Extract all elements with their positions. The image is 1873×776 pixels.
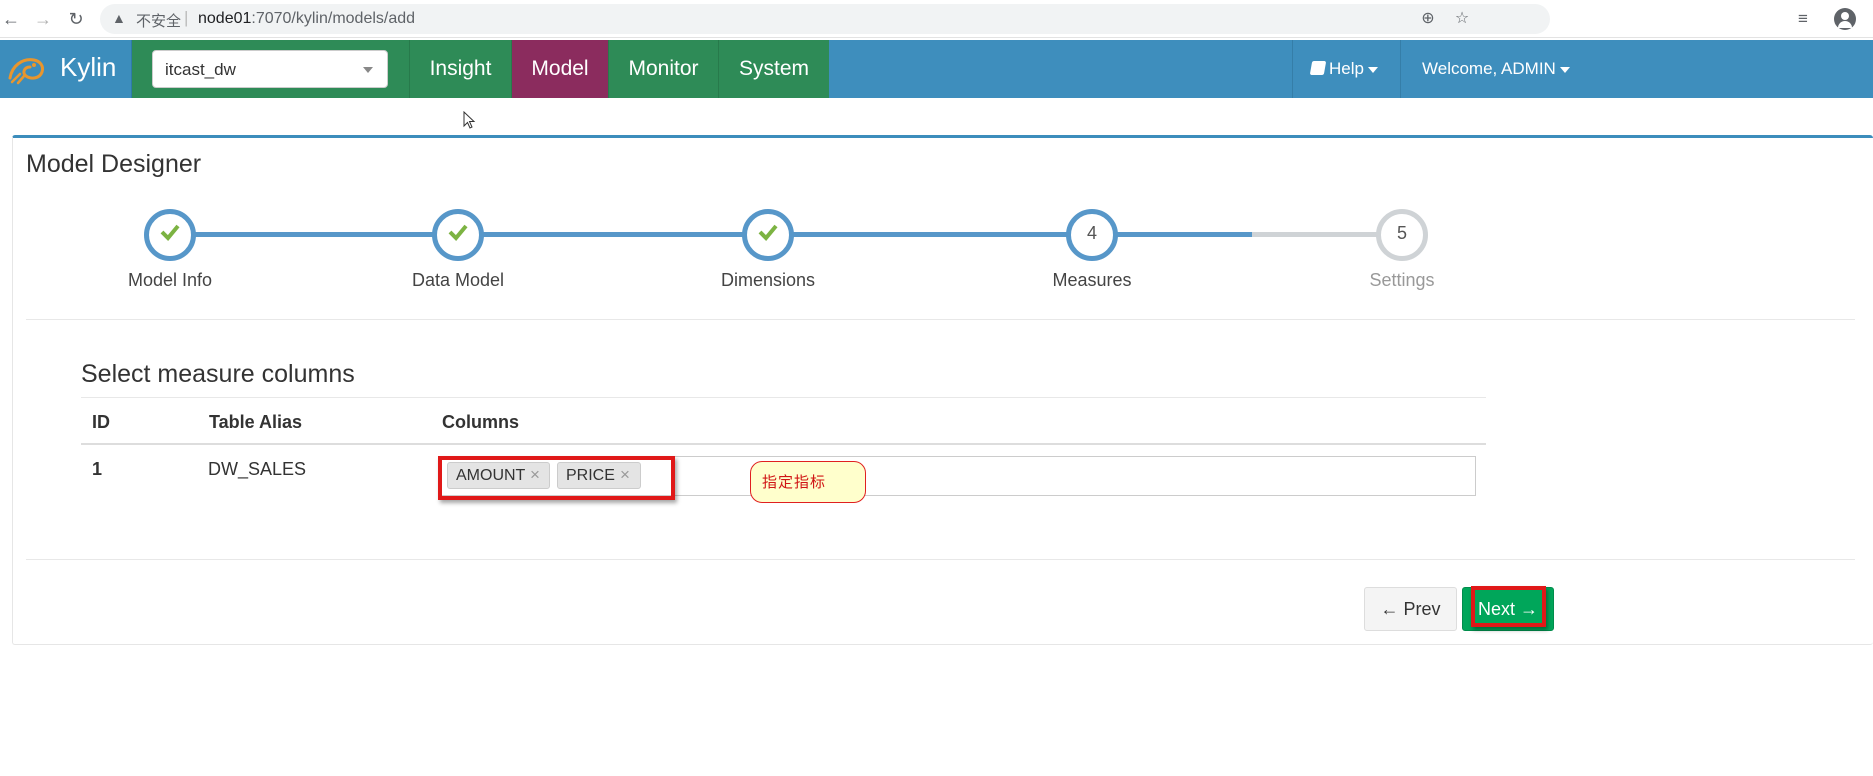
table-top-border [81,397,1486,398]
step-dimensions[interactable] [742,209,794,261]
prev-button[interactable]: ← Prev [1364,587,1457,631]
nav-model[interactable]: Model [511,40,608,98]
table-header-border [81,443,1486,445]
section-title: Select measure columns [81,360,355,388]
help-label: Help [1329,59,1364,78]
project-select-value: itcast_dw [165,60,236,79]
browser-toolbar: ← → ↻ ▲ 不安全 | node01:7070/kylin/models/a… [0,0,1873,38]
column-header-id: ID [92,412,110,432]
annotation-text: 指定指标 [762,474,827,491]
project-select[interactable]: itcast_dw [152,50,388,88]
url-path: :7070/kylin/models/add [251,10,416,27]
address-bar[interactable]: ▲ 不安全 | node01:7070/kylin/models/add ⊕ ☆ [100,4,1550,34]
nav-monitor[interactable]: Monitor [608,40,718,98]
step-label-model-info: Model Info [127,270,213,290]
zoom-icon[interactable]: ⊕ [1418,9,1438,29]
arrow-left-icon: ← [1380,599,1399,619]
help-menu[interactable]: Help [1292,40,1400,98]
chevron-down-icon [363,67,373,73]
back-icon[interactable]: ← [0,8,22,30]
kylin-logo-icon [8,58,44,85]
nav-system[interactable]: System [718,40,829,98]
step-label-settings: Settings [1369,270,1435,290]
page-title: Model Designer [26,150,202,178]
forward-icon[interactable]: → [32,8,54,30]
brand[interactable]: Kylin [0,40,132,98]
model-designer-panel [12,135,1873,645]
book-icon [1309,61,1327,75]
annotation-callout: 指定指标 [750,461,866,503]
step-model-info[interactable] [144,209,196,261]
nav-insight[interactable]: Insight [409,40,511,98]
check-icon [448,224,468,241]
top-navbar: Kylin itcast_dw Insight Model Monitor Sy… [0,40,1873,98]
chevron-down-icon [1559,66,1570,73]
step-measures[interactable]: 4 [1066,209,1118,261]
step-number: 4 [1086,223,1097,243]
highlight-box-next [1471,586,1546,627]
insecure-label[interactable]: 不安全 [136,10,181,31]
step-label-measures: Measures [1052,270,1132,290]
column-header-table-alias: Table Alias [209,412,303,432]
bookmark-star-icon[interactable]: ☆ [1452,9,1472,29]
profile-avatar-icon[interactable] [1834,8,1856,30]
divider [26,559,1855,560]
url-text[interactable]: node01:7070/kylin/models/add [198,10,415,28]
mouse-cursor-icon [463,111,476,129]
prev-label: Prev [1403,599,1441,619]
reload-icon[interactable]: ↻ [65,8,87,30]
check-icon [758,224,778,241]
step-data-model[interactable] [432,209,484,261]
row-table-alias: DW_SALES [208,459,307,479]
warning-icon[interactable]: ▲ [112,10,128,26]
reading-list-icon[interactable]: ≡ [1792,8,1814,30]
user-menu[interactable]: Welcome, ADMIN [1400,40,1873,98]
chevron-down-icon [1367,66,1378,73]
step-settings[interactable]: 5 [1376,209,1428,261]
highlight-box-columns [438,456,675,500]
step-label-dimensions: Dimensions [720,270,816,290]
step-number: 5 [1396,223,1407,243]
check-icon [160,224,180,241]
welcome-label: Welcome, ADMIN [1422,59,1556,78]
step-label-data-model: Data Model [411,270,505,290]
url-host: node01 [198,10,252,27]
divider [26,319,1855,320]
row-id: 1 [92,459,103,479]
brand-name: Kylin [60,52,117,82]
address-divider: | [184,8,189,27]
column-header-columns: Columns [442,412,520,432]
